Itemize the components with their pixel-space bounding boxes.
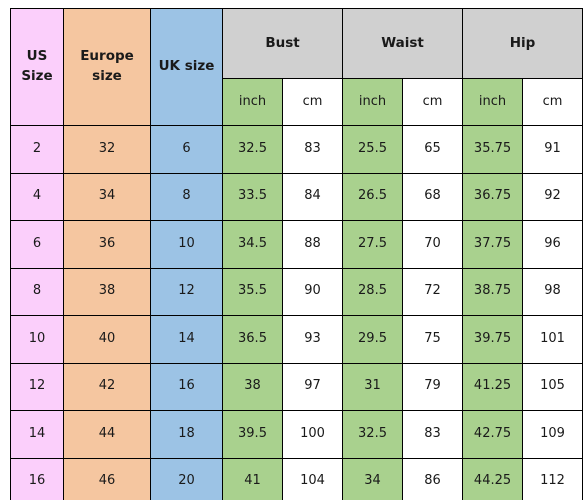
subcolumn-header-hip-inch: inch [462,78,524,126]
cell-hip-cm: 101 [522,315,584,364]
cell-hip-cm: 91 [522,125,584,174]
cell-bust-cm: 88 [281,220,344,269]
cell-uk-size: 20 [150,457,223,500]
cell-bust-cm: 104 [281,457,344,500]
cell-hip-inch: 41.25 [462,362,524,411]
cell-bust-inch: 35.5 [222,267,283,316]
cell-uk-size: 14 [150,315,223,364]
cell-bust-cm: 90 [281,267,344,316]
cell-uk-size: 6 [150,125,223,174]
cell-hip-cm: 98 [522,267,584,316]
cell-hip-inch: 35.75 [462,125,524,174]
cell-uk-size: 10 [150,220,223,269]
subcolumn-header-bust-cm: cm [281,78,344,126]
column-header-europe-size: Europe size [63,8,151,126]
cell-hip-inch: 44.25 [462,457,524,500]
table-row: 10 40 14 36.5 93 29.5 75 39.75 101 [10,315,584,364]
cell-hip-cm: 109 [522,410,584,459]
cell-bust-cm: 83 [281,125,344,174]
cell-bust-inch: 32.5 [222,125,283,174]
cell-bust-cm: 97 [281,362,344,411]
table-row: 2 32 6 32.5 83 25.5 65 35.75 91 [10,125,584,174]
cell-us-size: 6 [10,220,64,269]
table-row: 6 36 10 34.5 88 27.5 70 37.75 96 [10,220,584,269]
cell-us-size: 2 [10,125,64,174]
cell-bust-inch: 39.5 [222,410,283,459]
table-body: 2 32 6 32.5 83 25.5 65 35.75 91 4 34 8 33.5 84 26.5 68 3… [10,125,584,500]
cell-waist-inch: 26.5 [342,172,404,221]
cell-bust-inch: 34.5 [222,220,283,269]
cell-waist-inch: 25.5 [342,125,404,174]
column-header-us-size: US Size [10,8,64,126]
cell-us-size: 12 [10,362,64,411]
cell-waist-cm: 65 [402,125,464,174]
cell-europe-size: 44 [63,410,151,459]
table-row: 4 34 8 33.5 84 26.5 68 36.75 92 [10,172,584,221]
column-header-uk-size: UK size [150,8,223,126]
cell-bust-inch: 33.5 [222,172,283,221]
size-conversion-table: US Size Europe size UK size Bust Waist H… [10,8,584,500]
cell-hip-cm: 96 [522,220,584,269]
subcolumn-header-bust-inch: inch [222,78,283,126]
cell-uk-size: 16 [150,362,223,411]
table-row: 14 44 18 39.5 100 32.5 83 42.75 109 [10,410,584,459]
table-row: 8 38 12 35.5 90 28.5 72 38.75 98 [10,267,584,316]
size-chart-container: US Size Europe size UK size Bust Waist H… [10,8,584,500]
cell-europe-size: 34 [63,172,151,221]
cell-uk-size: 12 [150,267,223,316]
cell-us-size: 10 [10,315,64,364]
subcolumn-header-waist-inch: inch [342,78,404,126]
cell-uk-size: 18 [150,410,223,459]
cell-us-size: 4 [10,172,64,221]
cell-bust-cm: 100 [281,410,344,459]
cell-waist-inch: 32.5 [342,410,404,459]
subcolumn-header-waist-cm: cm [402,78,464,126]
cell-waist-cm: 70 [402,220,464,269]
cell-europe-size: 36 [63,220,151,269]
cell-bust-inch: 36.5 [222,315,283,364]
cell-bust-inch: 38 [222,362,283,411]
cell-hip-inch: 38.75 [462,267,524,316]
cell-us-size: 14 [10,410,64,459]
cell-waist-cm: 72 [402,267,464,316]
cell-waist-inch: 31 [342,362,404,411]
table-row: 16 46 20 41 104 34 86 44.25 112 [10,457,584,500]
cell-hip-inch: 36.75 [462,172,524,221]
cell-bust-cm: 84 [281,172,344,221]
cell-waist-cm: 83 [402,410,464,459]
cell-hip-inch: 42.75 [462,410,524,459]
cell-waist-inch: 34 [342,457,404,500]
cell-hip-cm: 112 [522,457,584,500]
cell-waist-cm: 75 [402,315,464,364]
cell-europe-size: 46 [63,457,151,500]
cell-hip-cm: 105 [522,362,584,411]
column-group-header-bust: Bust [221,8,344,79]
subcolumn-header-hip-cm: cm [522,78,584,126]
table-header-row: US Size Europe size UK size Bust Waist H… [10,8,584,126]
cell-us-size: 8 [10,267,64,316]
cell-uk-size: 8 [150,172,223,221]
cell-europe-size: 40 [63,315,151,364]
column-group-header-hip: Hip [462,8,584,79]
cell-waist-cm: 68 [402,172,464,221]
cell-waist-cm: 79 [402,362,464,411]
cell-waist-inch: 29.5 [342,315,404,364]
column-group-header-waist: Waist [342,8,464,79]
cell-hip-inch: 37.75 [462,220,524,269]
cell-hip-inch: 39.75 [462,315,524,364]
cell-us-size: 16 [10,457,64,500]
cell-bust-cm: 93 [281,315,344,364]
cell-hip-cm: 92 [522,172,584,221]
cell-waist-cm: 86 [402,457,464,500]
cell-europe-size: 42 [63,362,151,411]
cell-europe-size: 32 [63,125,151,174]
cell-bust-inch: 41 [222,457,283,500]
table-row: 12 42 16 38 97 31 79 41.25 105 [10,362,584,411]
cell-europe-size: 38 [63,267,151,316]
cell-waist-inch: 27.5 [342,220,404,269]
cell-waist-inch: 28.5 [342,267,404,316]
table-head: US Size Europe size UK size Bust Waist H… [10,8,584,126]
